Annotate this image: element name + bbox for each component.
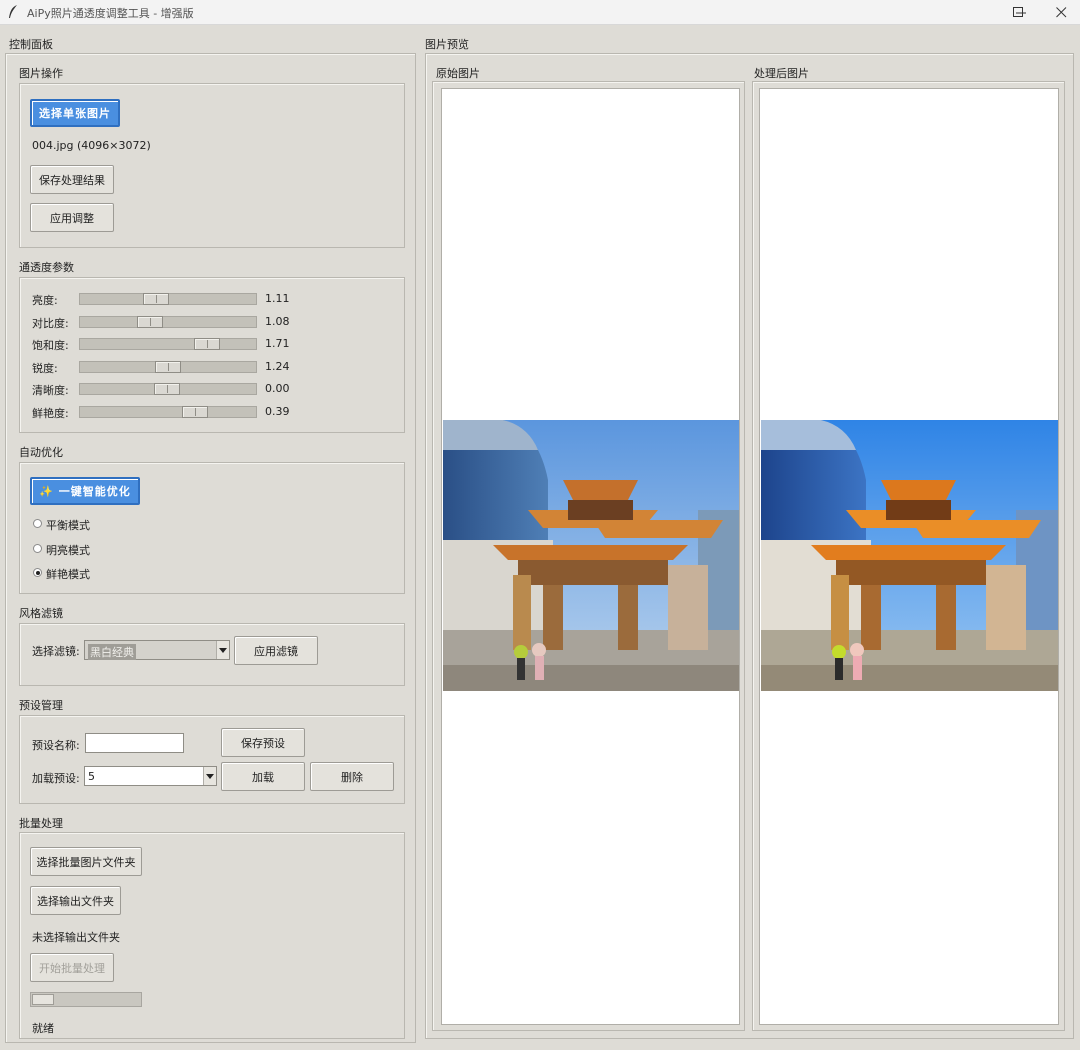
start-batch-button[interactable]: 开始批量处理 [30, 953, 114, 982]
slider-value: 1.71 [265, 337, 290, 350]
chevron-down-icon[interactable] [203, 767, 216, 785]
batch-status: 就绪 [32, 1022, 54, 1035]
batch-progress-bar [30, 992, 142, 1007]
slider-value: 0.39 [265, 405, 290, 418]
slider-label: 饱和度: [32, 339, 69, 352]
select-image-button[interactable]: 选择单张图片 [30, 99, 120, 127]
slider-handle[interactable] [137, 316, 163, 328]
mode-label[interactable]: 平衡模式 [46, 517, 90, 533]
control-panel-title: 控制面板 [9, 38, 53, 51]
load-preset-value: 5 [88, 770, 95, 783]
slider-value: 1.08 [265, 315, 290, 328]
processed-label: 处理后图片 [754, 67, 809, 80]
preset-name-label: 预设名称: [32, 739, 80, 752]
close-icon[interactable] [1056, 7, 1067, 21]
slider-value: 0.00 [265, 382, 290, 395]
load-preset-button[interactable]: 加载 [221, 762, 305, 791]
slider-handle[interactable] [154, 383, 180, 395]
slider-label: 鲜艳度: [32, 407, 69, 420]
slider-track[interactable] [79, 406, 257, 418]
slider-track[interactable] [79, 293, 257, 305]
original-photo [443, 420, 739, 691]
slider-track[interactable] [79, 361, 257, 373]
title-bar: AiPy照片通透度调整工具 - 增强版 [0, 0, 1080, 25]
delete-preset-button[interactable]: 删除 [310, 762, 394, 791]
slider-label: 锐度: [32, 362, 58, 375]
params-title: 通透度参数 [19, 261, 74, 274]
save-preset-button[interactable]: 保存预设 [221, 728, 305, 757]
save-result-button[interactable]: 保存处理结果 [30, 165, 114, 194]
select-batch-folder-button[interactable]: 选择批量图片文件夹 [30, 847, 142, 876]
maximize-icon[interactable] [1013, 7, 1024, 21]
slider-label: 对比度: [32, 317, 69, 330]
slider-track[interactable] [79, 316, 257, 328]
mode-radio[interactable] [33, 568, 42, 577]
apply-filter-button[interactable]: 应用滤镜 [234, 636, 318, 665]
mode-label[interactable]: 明亮模式 [46, 542, 90, 558]
slider-value: 1.24 [265, 360, 290, 373]
presets-title: 预设管理 [19, 699, 63, 712]
image-ops-title: 图片操作 [19, 67, 63, 80]
slider-handle[interactable] [182, 406, 208, 418]
slider-handle[interactable] [155, 361, 181, 373]
output-folder-status: 未选择输出文件夹 [32, 931, 120, 944]
window-title: AiPy照片通透度调整工具 - 增强版 [27, 7, 194, 20]
processed-canvas [759, 88, 1059, 1025]
batch-title: 批量处理 [19, 817, 63, 830]
auto-title: 自动优化 [19, 446, 63, 459]
slider-track[interactable] [79, 338, 257, 350]
slider-label: 清晰度: [32, 384, 69, 397]
select-output-folder-button[interactable]: 选择输出文件夹 [30, 886, 121, 915]
batch-progress-fill [32, 994, 54, 1005]
file-info: 004.jpg (4096×3072) [32, 139, 151, 152]
filter-select-value: 黑白经典 [88, 644, 136, 660]
load-preset-select[interactable]: 5 [84, 766, 217, 786]
original-canvas [441, 88, 740, 1025]
slider-value: 1.11 [265, 292, 290, 305]
preset-name-input[interactable] [85, 733, 184, 753]
apply-adjust-button[interactable]: 应用调整 [30, 203, 114, 232]
filter-select[interactable]: 黑白经典 [84, 640, 230, 660]
slider-label: 亮度: [32, 294, 58, 307]
filter-select-label: 选择滤镜: [32, 645, 80, 658]
processed-photo [761, 420, 1058, 691]
smart-optimize-button[interactable]: ✨ 一键智能优化 [30, 477, 140, 505]
load-preset-label: 加载预设: [32, 772, 80, 785]
filter-title: 风格滤镜 [19, 607, 63, 620]
slider-handle[interactable] [194, 338, 220, 350]
mode-radio[interactable] [33, 543, 42, 553]
feather-icon [9, 5, 17, 18]
preview-title: 图片预览 [425, 38, 469, 51]
mode-radio[interactable] [33, 519, 42, 528]
slider-track[interactable] [79, 383, 257, 395]
original-label: 原始图片 [436, 67, 480, 80]
mode-label[interactable]: 鲜艳模式 [46, 566, 90, 582]
chevron-down-icon[interactable] [216, 641, 229, 659]
slider-handle[interactable] [143, 293, 169, 305]
